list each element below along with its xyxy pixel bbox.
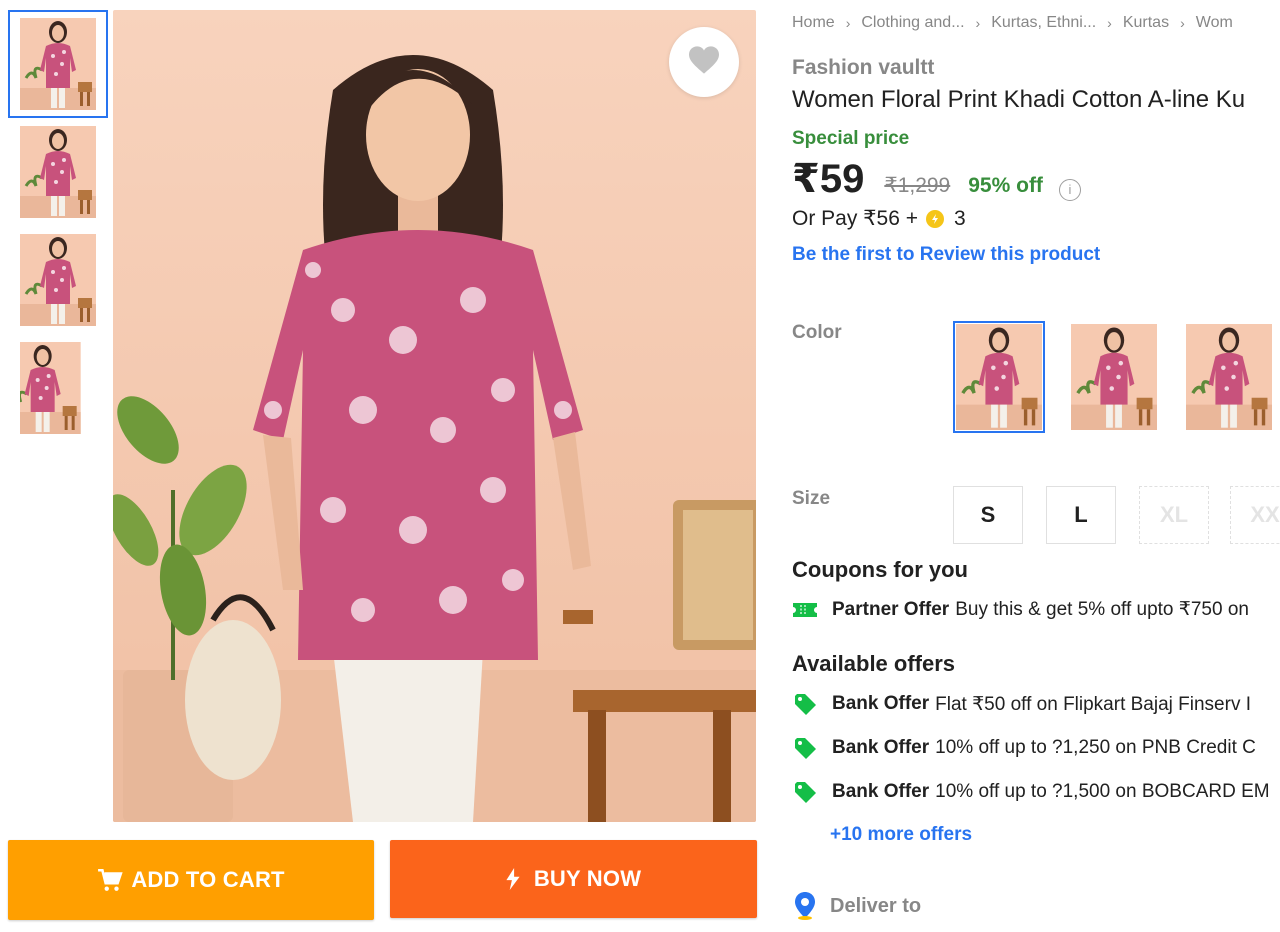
offer-type: Bank Offer xyxy=(832,781,930,802)
coupon-icon xyxy=(792,602,818,617)
lightning-icon xyxy=(506,868,520,890)
color-swatch-1[interactable] xyxy=(953,321,1045,433)
main-product-image[interactable] xyxy=(113,10,756,822)
size-option-xxl: XX xyxy=(1230,486,1280,544)
supercoin-offer: Or Pay ₹56 + 3 xyxy=(792,206,966,231)
or-pay-text: Or Pay ₹56 + xyxy=(792,207,918,230)
price-row: ₹59 ₹1,299 95% off i xyxy=(792,156,1081,202)
product-details-panel: Home › Clothing and... › Kurtas, Ethni..… xyxy=(792,0,1280,932)
chevron-right-icon: › xyxy=(845,15,851,31)
heart-icon xyxy=(687,45,721,80)
cart-icon xyxy=(97,868,123,892)
color-label: Color xyxy=(792,322,842,343)
size-option-xl: XL xyxy=(1139,486,1209,544)
deliver-to-section: Deliver to xyxy=(792,892,921,920)
offer-type: Bank Offer xyxy=(832,693,930,714)
swatch-image xyxy=(1071,324,1157,430)
available-offers-heading: Available offers xyxy=(792,651,956,676)
coupon-item: Partner Offer Buy this & get 5% off upto… xyxy=(792,598,1249,621)
first-review-link[interactable]: Be the first to Review this product xyxy=(792,244,1100,266)
thumbnail-image xyxy=(20,342,96,434)
deliver-to-label: Deliver to xyxy=(830,894,922,917)
discount-percent: 95% off xyxy=(968,174,1043,197)
offer-text: Flat ₹50 off on Flipkart Bajaj Finserv I xyxy=(935,693,1252,715)
color-swatch-3[interactable] xyxy=(1183,321,1275,433)
chevron-right-icon: › xyxy=(975,15,981,31)
thumbnail-2[interactable] xyxy=(8,118,108,226)
offer-item: Bank Offer Flat ₹50 off on Flipkart Baja… xyxy=(792,692,1251,716)
breadcrumb-women[interactable]: Wom xyxy=(1196,14,1233,32)
coupon-type: Partner Offer xyxy=(832,598,950,620)
buy-now-button[interactable]: BUY NOW xyxy=(390,840,757,918)
wishlist-button[interactable] xyxy=(669,27,739,97)
location-pin-icon xyxy=(792,892,818,920)
offer-item: Bank Offer 10% off up to ?1,250 on PNB C… xyxy=(792,736,1256,760)
info-icon[interactable]: i xyxy=(1058,178,1081,201)
breadcrumb-kurtas[interactable]: Kurtas xyxy=(1123,14,1169,32)
coupons-heading: Coupons for you xyxy=(792,557,968,582)
breadcrumb: Home › Clothing and... › Kurtas, Ethni..… xyxy=(792,14,1233,32)
swatch-image xyxy=(1186,324,1272,430)
selling-price: ₹59 xyxy=(792,157,865,201)
swatch-image xyxy=(956,324,1042,430)
size-option-l[interactable]: L xyxy=(1046,486,1116,544)
offer-text: 10% off up to ?1,250 on PNB Credit C xyxy=(935,737,1256,758)
offer-item: Bank Offer 10% off up to ?1,500 on BOBCA… xyxy=(792,780,1270,804)
offer-tag-icon xyxy=(792,780,818,804)
coin-icon xyxy=(926,209,944,228)
offer-type: Bank Offer xyxy=(832,737,930,758)
chevron-right-icon: › xyxy=(1107,15,1112,31)
special-price-label: Special price xyxy=(792,128,910,149)
brand-name[interactable]: Fashion vaultt xyxy=(792,56,934,80)
breadcrumb-clothing[interactable]: Clothing and... xyxy=(861,14,964,32)
product-title: Women Floral Print Khadi Cotton A-line K… xyxy=(792,86,1246,113)
offer-tag-icon xyxy=(792,736,818,760)
offer-tag-icon xyxy=(792,692,818,716)
thumbnail-3[interactable] xyxy=(8,226,108,334)
thumbnail-image xyxy=(20,18,96,110)
size-label: Size xyxy=(792,488,831,509)
more-offers-link[interactable]: +10 more offers xyxy=(830,824,972,846)
breadcrumb-home[interactable]: Home xyxy=(792,14,835,32)
breadcrumb-kurtas-ethnic[interactable]: Kurtas, Ethni... xyxy=(991,14,1096,32)
mrp-price: ₹1,299 xyxy=(884,174,951,197)
add-to-cart-button[interactable]: ADD TO CART xyxy=(8,840,374,920)
color-swatch-2[interactable] xyxy=(1068,321,1160,433)
thumbnail-1[interactable] xyxy=(8,10,108,118)
chevron-right-icon: › xyxy=(1180,15,1185,31)
coin-count: 3 xyxy=(954,206,966,230)
buy-now-label: BUY NOW xyxy=(533,866,642,891)
thumbnail-image xyxy=(20,234,96,326)
offer-text: 10% off up to ?1,500 on BOBCARD EM xyxy=(935,781,1270,802)
add-to-cart-label: ADD TO CART xyxy=(131,867,285,892)
size-option-s[interactable]: S xyxy=(953,486,1023,544)
coupon-text: Buy this & get 5% off upto ₹750 on xyxy=(955,599,1249,620)
thumbnail-image xyxy=(20,126,96,218)
thumbnail-4[interactable] xyxy=(8,334,108,442)
